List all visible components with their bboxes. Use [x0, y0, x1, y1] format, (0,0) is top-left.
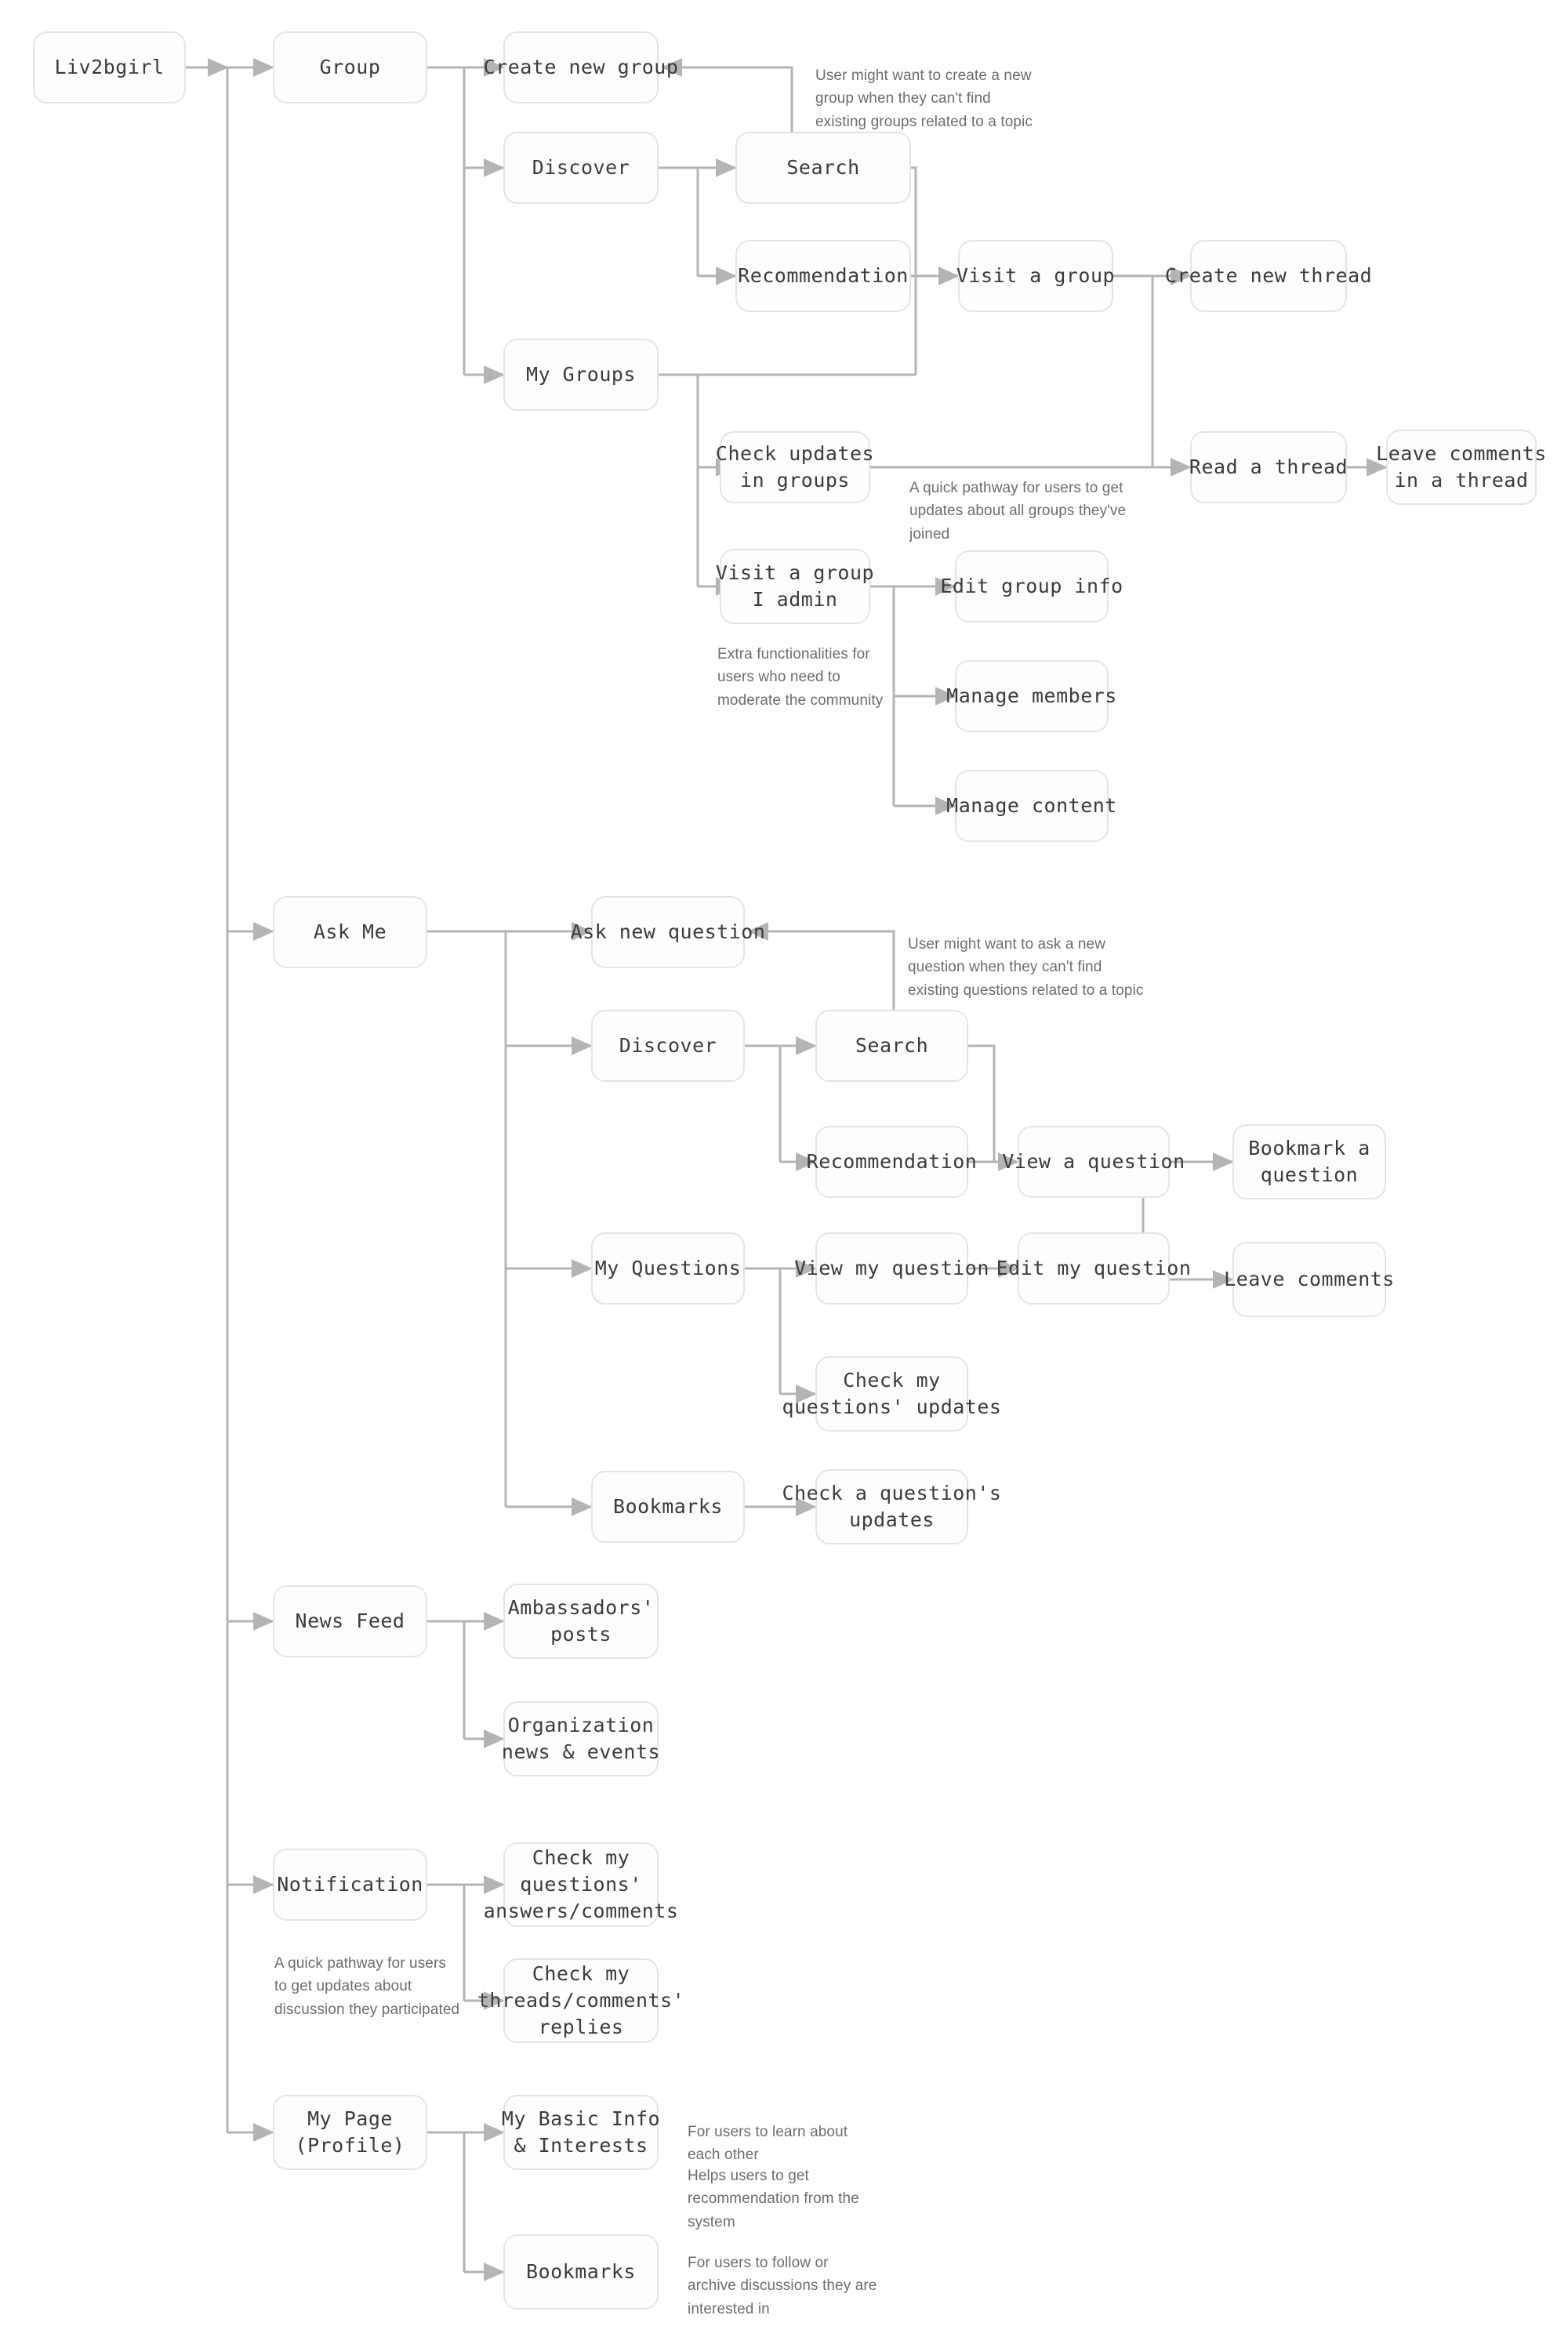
- node-check-my-questions-answers-comments[interactable]: Check my questions' answers/comments: [484, 1842, 678, 1927]
- note-ask-question: User might want to ask a new question wh…: [908, 936, 1144, 999]
- note-admin: Extra functionalities for users who need…: [717, 646, 884, 709]
- node-profile-bookmarks[interactable]: Bookmarks: [503, 2234, 659, 2310]
- edge-ask-search-to-view-a-question: [968, 1044, 996, 1162]
- node-create-new-thread[interactable]: Create new thread: [1165, 240, 1372, 312]
- node-visit-a-group-i-admin[interactable]: Visit a group I admin: [716, 549, 874, 624]
- node-edit-group-info[interactable]: Edit group info: [940, 550, 1123, 622]
- node-read-a-thread[interactable]: Read a thread: [1189, 431, 1348, 503]
- node-ask-new-question[interactable]: Ask new question: [571, 896, 765, 968]
- edge-search-to-visit-a-group: [911, 166, 917, 375]
- node-ask-recommendation[interactable]: Recommendation: [807, 1126, 977, 1198]
- note-basic-info-2: Helps users to get recommendation from t…: [688, 2168, 859, 2230]
- node-ambassadors-posts[interactable]: Ambassadors' posts: [503, 1584, 659, 1659]
- node-group-discover[interactable]: Discover: [503, 132, 659, 204]
- node-visit-a-group[interactable]: Visit a group: [956, 240, 1115, 312]
- node-ask-search[interactable]: Search: [815, 1010, 968, 1082]
- edge-ask-search-to-ask-new-question: [747, 922, 895, 1010]
- node-edit-my-question[interactable]: Edit my question: [996, 1232, 1191, 1305]
- note-check-updates: A quick pathway for users to get updates…: [909, 480, 1127, 543]
- node-view-a-question[interactable]: View a question: [1002, 1126, 1185, 1198]
- note-notification: A quick pathway for users to get updates…: [274, 1955, 460, 2018]
- node-my-page-profile[interactable]: My Page (Profile): [273, 2095, 427, 2170]
- node-manage-content[interactable]: Manage content: [946, 770, 1116, 842]
- note-basic-info-1: For users to learn about each other: [688, 2124, 848, 2164]
- node-ask-bookmarks[interactable]: Bookmarks: [591, 1471, 745, 1543]
- note-profile-bookmarks: For users to follow or archive discussio…: [688, 2255, 877, 2317]
- node-organization-news-events[interactable]: Organization news & events: [502, 1701, 660, 1776]
- edge-search-to-create-new-group: [661, 58, 793, 132]
- node-group-recommendation[interactable]: Recommendation: [735, 240, 911, 312]
- node-view-my-question[interactable]: View my question: [794, 1232, 989, 1305]
- node-ask-me[interactable]: Ask Me: [273, 896, 427, 968]
- node-check-updates-in-groups[interactable]: Check updates in groups: [716, 431, 874, 503]
- node-my-basic-info-interests[interactable]: My Basic Info & Interests: [502, 2095, 660, 2170]
- node-group[interactable]: Group: [273, 31, 427, 103]
- node-create-new-group[interactable]: Create new group: [484, 31, 678, 103]
- node-check-a-questions-updates[interactable]: Check a question's updates: [782, 1469, 1001, 1544]
- node-leave-comments[interactable]: Leave comments: [1224, 1242, 1394, 1317]
- node-group-search[interactable]: Search: [735, 132, 911, 204]
- flowchart-canvas: Liv2bgirl Group Create new group Discove…: [0, 0, 1568, 2348]
- node-my-questions[interactable]: My Questions: [591, 1232, 745, 1305]
- node-leave-comments-in-a-thread[interactable]: Leave comments in a thread: [1376, 430, 1546, 505]
- note-create-group: User might want to create a new group wh…: [815, 67, 1033, 130]
- node-ask-discover[interactable]: Discover: [591, 1010, 745, 1082]
- node-manage-members[interactable]: Manage members: [946, 660, 1116, 732]
- node-my-groups[interactable]: My Groups: [503, 339, 659, 411]
- node-check-my-questions-updates[interactable]: Check my questions' updates: [782, 1356, 1001, 1432]
- node-news-feed[interactable]: News Feed: [273, 1585, 427, 1657]
- node-bookmark-a-question[interactable]: Bookmark a question: [1232, 1124, 1386, 1199]
- node-notification[interactable]: Notification: [273, 1849, 427, 1921]
- node-check-my-threads-comments-replies[interactable]: Check my threads/comments' replies: [477, 1958, 684, 2043]
- node-root[interactable]: Liv2bgirl: [33, 31, 186, 103]
